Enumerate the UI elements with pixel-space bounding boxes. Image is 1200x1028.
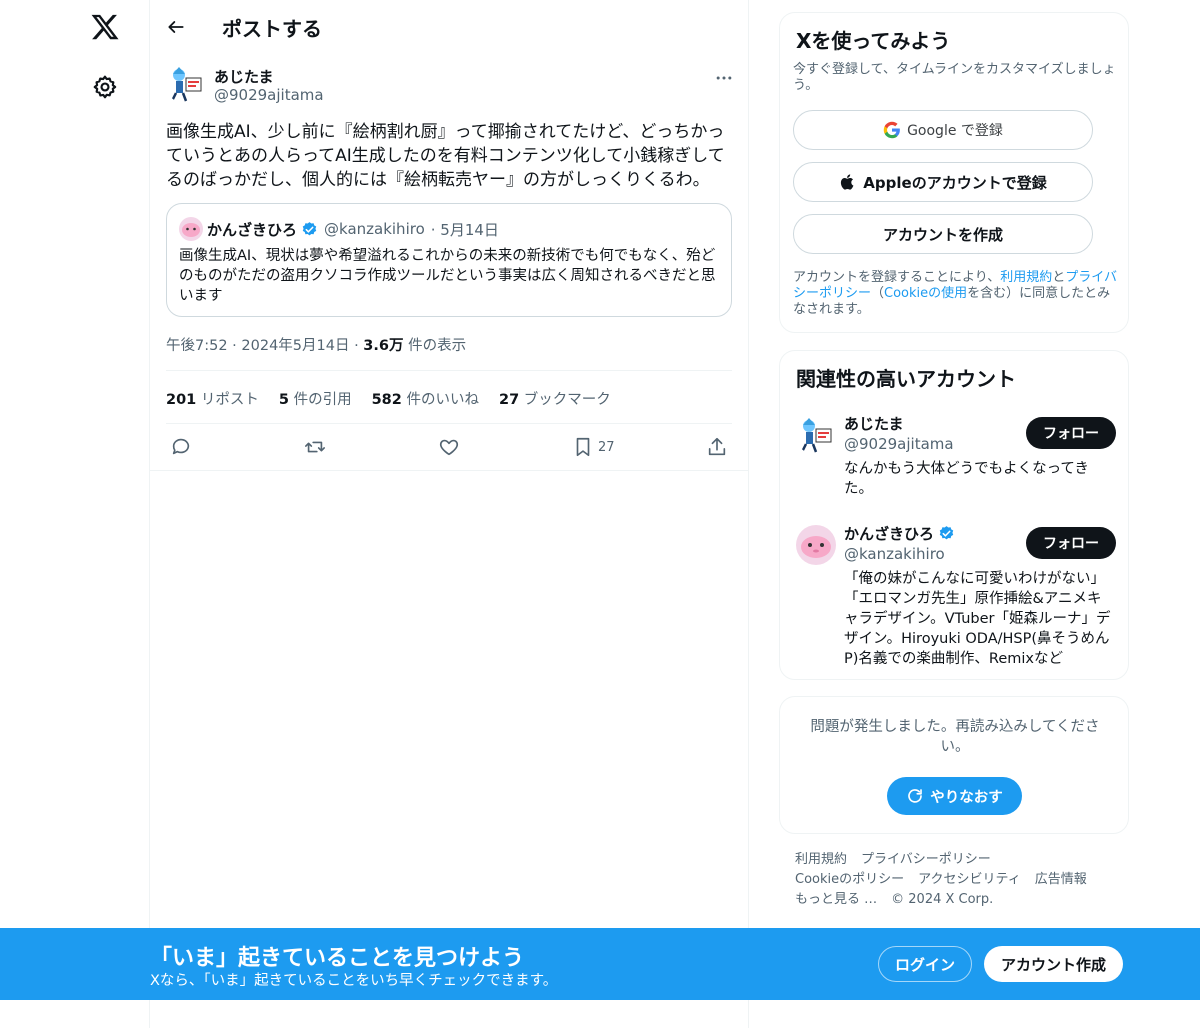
signup-banner: 「いま」起きていることを見つけよう Xなら、「いま」起きていることをいち早くチェ… xyxy=(0,928,1200,1000)
more-options-icon[interactable] xyxy=(714,68,734,88)
apple-icon xyxy=(841,174,854,190)
cookie-link[interactable]: Cookieの使用 xyxy=(884,286,967,301)
bookmark-count: 27 xyxy=(598,439,615,455)
banner-subtext: Xなら、「いま」起きていることをいち早くチェックできます。 xyxy=(150,973,558,989)
avatar[interactable] xyxy=(796,525,836,565)
repost-button[interactable] xyxy=(304,436,326,458)
terms-link[interactable]: 利用規約 xyxy=(1000,270,1052,285)
footer-ads-link[interactable]: 広告情報 xyxy=(1035,870,1087,890)
post-timestamp[interactable]: 午後7:52 · 2024年5月14日 · xyxy=(166,338,363,354)
divider xyxy=(166,370,732,371)
related-title: 関連性の高いアカウント xyxy=(796,367,1016,391)
retry-button[interactable]: やりなおす xyxy=(887,777,1022,815)
related-account-name[interactable]: あじたま xyxy=(844,413,904,434)
left-rail xyxy=(0,0,150,1028)
create-account-button[interactable]: アカウントを作成 xyxy=(793,214,1093,254)
like-button[interactable] xyxy=(438,436,460,458)
post-author: あじたま @9029ajitama xyxy=(166,64,734,108)
avatar xyxy=(179,217,203,241)
signup-card: Xを使ってみよう 今すぐ登録して、タイムラインをカスタマイズしましょう。 Goo… xyxy=(779,12,1129,333)
reply-button[interactable] xyxy=(170,436,192,458)
share-button[interactable] xyxy=(706,436,728,458)
quoted-author-handle: @kanzakihiro xyxy=(324,220,425,238)
quoted-author-name: かんざきひろ xyxy=(207,220,298,239)
share-icon xyxy=(708,437,726,456)
settings-gear-icon[interactable] xyxy=(92,74,118,100)
view-label: 件の表示 xyxy=(403,338,467,354)
author-handle[interactable]: @9029ajitama xyxy=(214,86,324,104)
related-account-name[interactable]: かんざきひろ xyxy=(844,523,955,544)
create-account-banner-button[interactable]: アカウント作成 xyxy=(984,946,1123,982)
x-logo-icon[interactable] xyxy=(90,12,120,42)
post-stats: 201 リポスト 5 件の引用 582 件のいいね 27 ブックマーク xyxy=(166,388,611,409)
refresh-icon xyxy=(908,789,923,803)
page-title: ポストする xyxy=(222,17,322,41)
google-signup-label: Google で登録 xyxy=(907,123,1003,139)
back-arrow-icon[interactable] xyxy=(166,17,186,37)
related-accounts-card: 関連性の高いアカウント あじたま @9029ajitama なんかもう大体どうで… xyxy=(779,350,1129,680)
quoted-post-text: 画像生成AI、現状は夢や希望溢れるこれからの未来の新技術でも何でもなく、殆どのも… xyxy=(179,248,716,304)
follow-button[interactable]: フォロー xyxy=(1026,527,1116,559)
quoted-post-header: かんざきひろ @kanzakihiro · 5月14日 xyxy=(179,217,499,241)
reply-icon xyxy=(172,438,190,455)
related-account-handle[interactable]: @kanzakihiro xyxy=(844,545,945,563)
quoted-post-date: · 5月14日 xyxy=(430,220,499,239)
signup-legal-text: アカウントを登録することにより、利用規約とプライバシーポリシー（Cookieの使… xyxy=(793,270,1118,317)
repost-icon xyxy=(305,441,325,453)
related-account-handle[interactable]: @9029ajitama xyxy=(844,435,954,453)
verified-badge-icon xyxy=(302,221,317,235)
apple-signup-label: Appleのアカウントで登録 xyxy=(863,173,1047,192)
footer-more-link[interactable]: もっと見る … xyxy=(795,890,877,910)
footer-accessibility-link[interactable]: アクセシビリティ xyxy=(918,870,1021,890)
quote-stat[interactable]: 5 件の引用 xyxy=(279,388,352,409)
sidebar-footer: 利用規約 プライバシーポリシー Cookieのポリシー アクセシビリティ 広告情… xyxy=(795,850,1115,910)
create-account-label: アカウントを作成 xyxy=(882,225,1003,244)
google-icon xyxy=(883,121,900,139)
main-column: ポストする あじたま @9029ajitama 画像生成AI、少し前に『絵柄割れ… xyxy=(150,0,749,1028)
footer-cookie-link[interactable]: Cookieのポリシー xyxy=(795,870,904,890)
bookmark-icon xyxy=(576,437,590,457)
heart-icon xyxy=(439,439,459,456)
view-count: 3.6万 xyxy=(363,338,404,354)
verified-badge-icon xyxy=(939,526,954,540)
top-bar: ポストする xyxy=(150,0,748,54)
apple-signup-button[interactable]: Appleのアカウントで登録 xyxy=(793,162,1093,202)
post-meta: 午後7:52 · 2024年5月14日 · 3.6万 件の表示 xyxy=(166,334,466,355)
related-account-bio: 「俺の妹がこんなに可愛いわけがない」「エロマンガ先生」原作挿絵&アニメキャラデザ… xyxy=(844,571,1111,667)
avatar[interactable] xyxy=(796,415,836,455)
repost-stat[interactable]: 201 リポスト xyxy=(166,388,259,409)
error-message: 問題が発生しました。再読み込みしてください。 xyxy=(810,719,1100,755)
login-button[interactable]: ログイン xyxy=(878,946,972,982)
banner-headline: 「いま」起きていることを見つけよう xyxy=(150,946,525,971)
error-card: 問題が発生しました。再読み込みしてください。 やりなおす xyxy=(779,696,1129,834)
signup-subtitle: 今すぐ登録して、タイムラインをカスタマイズしましょう。 xyxy=(793,62,1116,93)
like-stat[interactable]: 582 件のいいね xyxy=(372,388,479,409)
footer-copyright: © 2024 X Corp. xyxy=(891,892,994,907)
follow-button[interactable]: フォロー xyxy=(1026,417,1116,449)
google-signup-button[interactable]: Google で登録 xyxy=(793,110,1093,150)
signup-title: Xを使ってみよう xyxy=(796,29,951,53)
divider xyxy=(150,470,749,471)
quoted-post[interactable]: かんざきひろ @kanzakihiro · 5月14日 画像生成AI、現状は夢や… xyxy=(166,203,732,317)
related-account-bio: なんかもう大体どうでもよくなってきた。 xyxy=(844,461,1089,497)
post-text: 画像生成AI、少し前に『絵柄割れ厨』って揶揄されてたけど、どっちかっていうとあの… xyxy=(166,122,725,190)
action-bar: 27 xyxy=(166,424,732,470)
bookmark-stat[interactable]: 27 ブックマーク xyxy=(499,388,611,409)
avatar[interactable] xyxy=(166,64,206,104)
footer-terms-link[interactable]: 利用規約 xyxy=(795,850,847,870)
author-name[interactable]: あじたま xyxy=(214,66,274,87)
footer-privacy-link[interactable]: プライバシーポリシー xyxy=(861,850,991,870)
retry-label: やりなおす xyxy=(930,789,1003,806)
bookmark-button[interactable]: 27 xyxy=(572,436,615,458)
